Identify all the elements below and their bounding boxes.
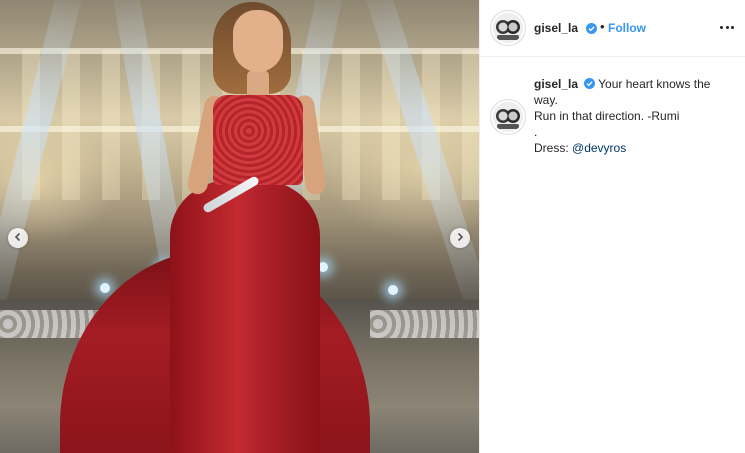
gown-bodice <box>213 95 303 185</box>
face <box>233 10 283 72</box>
dress-mention-link[interactable]: @devyros <box>572 141 626 155</box>
post-header: gisel_la • Follow <box>480 0 745 57</box>
follow-button[interactable]: Follow <box>608 21 646 35</box>
more-options-icon[interactable] <box>720 20 734 34</box>
instagram-post: gisel_la • Follow gisel_la Your heart kn… <box>0 0 745 453</box>
caption-username[interactable]: gisel_la <box>534 77 578 91</box>
singer-figure <box>0 0 479 453</box>
carousel-prev-button[interactable] <box>8 228 28 248</box>
chevron-left-icon <box>13 229 23 247</box>
caption-text: gisel_la Your heart knows the way. Run i… <box>534 76 734 156</box>
caption-line-3: . <box>534 125 538 139</box>
verified-badge-icon <box>586 23 597 34</box>
profile-avatar-icon[interactable] <box>493 13 523 43</box>
post-photo[interactable] <box>0 0 479 453</box>
caption-line-2: Run in that direction. -Rumi <box>534 109 680 123</box>
verified-badge-icon <box>584 78 596 89</box>
gown-skirt <box>170 180 320 453</box>
author-username[interactable]: gisel_la <box>534 21 578 35</box>
post-sidebar: gisel_la • Follow gisel_la Your heart kn… <box>479 0 745 453</box>
profile-avatar-icon[interactable] <box>493 102 523 132</box>
chevron-right-icon <box>455 229 465 247</box>
carousel-next-button[interactable] <box>450 228 470 248</box>
header-separator: • <box>600 19 605 34</box>
dress-label: Dress: <box>534 141 569 155</box>
